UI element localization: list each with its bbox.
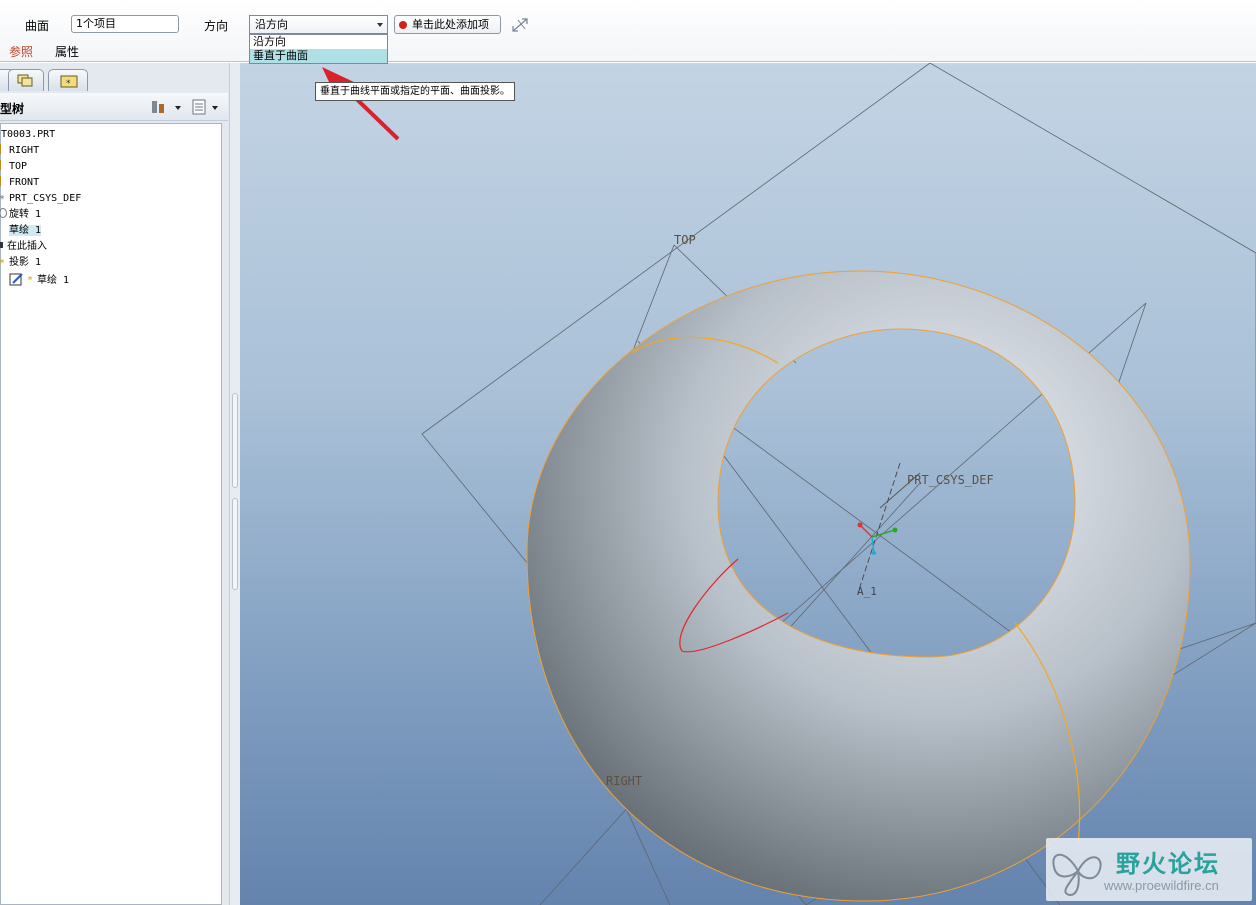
- direction-tooltip: 垂直于曲线平面或指定的平面、曲面投影。: [315, 82, 515, 101]
- panel-tab-strip: *: [0, 65, 232, 91]
- tree-item-part[interactable]: T0003.PRT: [1, 128, 55, 142]
- watermark-title: 野火论坛: [1116, 850, 1220, 878]
- tree-item-right[interactable]: RIGHT: [0, 144, 39, 158]
- butterfly-logo-icon: [1052, 853, 1102, 897]
- forum-watermark: 野火论坛 www.proewildfire.cn: [1046, 838, 1252, 901]
- tree-item-sketch[interactable]: 草绘 1: [9, 224, 42, 238]
- chevron-down-icon[interactable]: [377, 23, 383, 27]
- direction-options-list: 沿方向 垂直于曲面: [249, 34, 388, 64]
- tree-title: 型树: [0, 102, 25, 116]
- sketch-pencil-icon: *: [9, 273, 33, 286]
- direction-label: 方向: [204, 19, 229, 33]
- datum-plane-icon: [0, 144, 7, 154]
- add-item-button[interactable]: 单击此处添加项: [394, 15, 501, 34]
- plane-label-top[interactable]: TOP: [674, 233, 696, 247]
- splitter-grip-lower[interactable]: [232, 498, 238, 590]
- tree-header: 型树: [0, 93, 228, 121]
- surface-collector[interactable]: 1个项目: [71, 15, 179, 33]
- tab-favorites[interactable]: *: [48, 69, 88, 91]
- tree-item-csys[interactable]: *PRT_CSYS_DEF: [0, 192, 81, 206]
- csys-label[interactable]: PRT_CSYS_DEF: [907, 473, 994, 487]
- tree-item-insert-here[interactable]: 在此插入: [0, 240, 47, 254]
- csys-icon: *: [0, 193, 7, 205]
- feature-dashboard: 曲面 1个项目 方向 沿方向 单击此处添加项 参照 属性: [0, 0, 1256, 62]
- direction-option-normal[interactable]: 垂直于曲面: [250, 49, 387, 63]
- annotation-arrow-icon: [322, 67, 400, 141]
- splitter-grip-upper[interactable]: [232, 393, 238, 488]
- svg-text:*: *: [66, 79, 71, 89]
- revolve-icon: [0, 208, 7, 218]
- watermark-url: www.proewildfire.cn: [1104, 878, 1219, 893]
- tab-references[interactable]: 参照: [9, 43, 33, 60]
- insert-arrow-icon: [0, 242, 5, 248]
- model-scene[interactable]: TOP RIGHT PRT_CSYS_DEF A_1: [240, 63, 1256, 905]
- flip-direction-icon[interactable]: [510, 16, 530, 34]
- tree-item-projection[interactable]: *投影 1: [0, 256, 41, 270]
- add-item-label: 单击此处添加项: [412, 18, 489, 31]
- tree-item-projection-sketch[interactable]: * 草绘 1: [9, 272, 69, 286]
- datum-plane-icon: [0, 160, 7, 170]
- tree-settings-icon[interactable]: [150, 98, 184, 116]
- layers-icon: [17, 74, 33, 87]
- tree-item-top[interactable]: TOP: [0, 160, 27, 174]
- folder-star-icon: *: [60, 75, 78, 89]
- status-dot-icon: [399, 21, 407, 29]
- graphics-viewport[interactable]: TOP RIGHT PRT_CSYS_DEF A_1: [240, 63, 1256, 905]
- surface-label: 曲面: [25, 19, 50, 33]
- model-tree-panel: * 型树 T0003.PRT RIGHT TOP FRONT *PRT_CSYS…: [0, 63, 232, 905]
- tree-show-icon[interactable]: [190, 98, 224, 116]
- plane-label-right[interactable]: RIGHT: [606, 774, 642, 788]
- panel-splitter[interactable]: [229, 63, 240, 905]
- axis-label[interactable]: A_1: [857, 585, 877, 598]
- svg-text:*: *: [27, 275, 33, 286]
- tab-layers[interactable]: [8, 69, 44, 91]
- datum-plane-icon: [0, 176, 7, 186]
- direction-dropdown-value: 沿方向: [255, 18, 288, 31]
- projection-icon: *: [0, 257, 7, 269]
- tree-item-front[interactable]: FRONT: [0, 176, 39, 190]
- tab-properties[interactable]: 属性: [55, 43, 79, 60]
- direction-dropdown[interactable]: 沿方向: [249, 15, 388, 34]
- tree-item-revolve[interactable]: 旋转 1: [0, 208, 41, 222]
- model-tree: T0003.PRT RIGHT TOP FRONT *PRT_CSYS_DEF …: [0, 123, 222, 905]
- direction-option-along[interactable]: 沿方向: [250, 35, 387, 49]
